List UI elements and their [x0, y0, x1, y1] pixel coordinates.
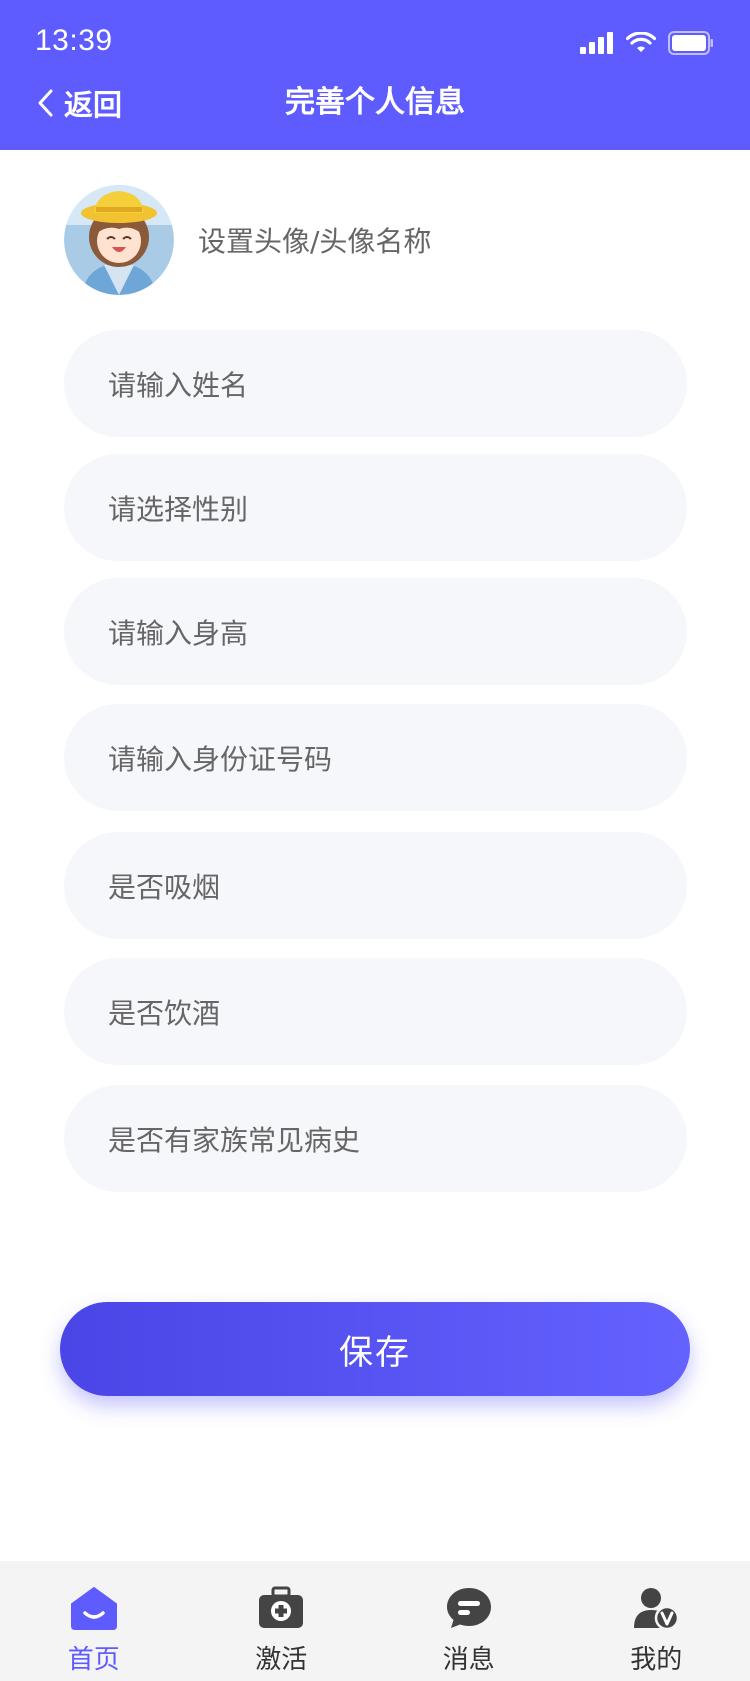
tab-messages-label: 消息: [442, 1645, 495, 1675]
id-number-input[interactable]: 请输入身份证号码: [64, 704, 687, 811]
tab-mine-label: 我的: [630, 1645, 683, 1675]
height-placeholder: 请输入身高: [108, 616, 249, 650]
save-button[interactable]: 保存: [60, 1302, 690, 1396]
message-icon: [446, 1588, 491, 1628]
smoking-placeholder: 是否吸烟: [108, 870, 221, 904]
gender-select[interactable]: 请选择性别: [64, 454, 687, 561]
page-title: 完善个人信息: [285, 85, 465, 120]
tab-mine[interactable]: 我的: [563, 1561, 750, 1681]
family-history-placeholder: 是否有家族常见病史: [108, 1123, 361, 1157]
smoking-select[interactable]: 是否吸烟: [64, 832, 687, 939]
battery-icon: [668, 31, 713, 55]
home-icon: [70, 1587, 117, 1630]
signal-icon: [580, 32, 613, 54]
tab-activate-label: 激活: [255, 1645, 308, 1675]
medical-kit-icon: [259, 1586, 304, 1628]
tab-home-label: 首页: [67, 1645, 120, 1675]
drinking-select[interactable]: 是否饮酒: [64, 958, 687, 1065]
header-bar: 13:39 返回 完善个人信息: [0, 0, 750, 150]
avatar-label: 设置头像/头像名称: [198, 225, 432, 258]
avatar[interactable]: [64, 185, 174, 295]
name-placeholder: 请输入姓名: [108, 368, 249, 402]
tab-activate[interactable]: 激活: [188, 1561, 376, 1681]
drinking-placeholder: 是否饮酒: [108, 996, 221, 1030]
wifi-icon: [626, 32, 656, 52]
tab-bar: 首页 激活 消息 我的: [0, 1561, 750, 1681]
avatar-row[interactable]: 设置头像/头像名称: [64, 185, 431, 295]
id-number-placeholder: 请输入身份证号码: [108, 742, 333, 776]
height-input[interactable]: 请输入身高: [64, 578, 687, 685]
user-icon: [634, 1588, 680, 1630]
tab-home[interactable]: 首页: [0, 1561, 188, 1681]
family-history-select[interactable]: 是否有家族常见病史: [64, 1085, 687, 1192]
name-input[interactable]: 请输入姓名: [64, 330, 687, 437]
gender-placeholder: 请选择性别: [108, 492, 249, 526]
tab-messages[interactable]: 消息: [375, 1561, 563, 1681]
status-time: 13:39: [35, 24, 113, 57]
status-icons: [580, 29, 714, 57]
